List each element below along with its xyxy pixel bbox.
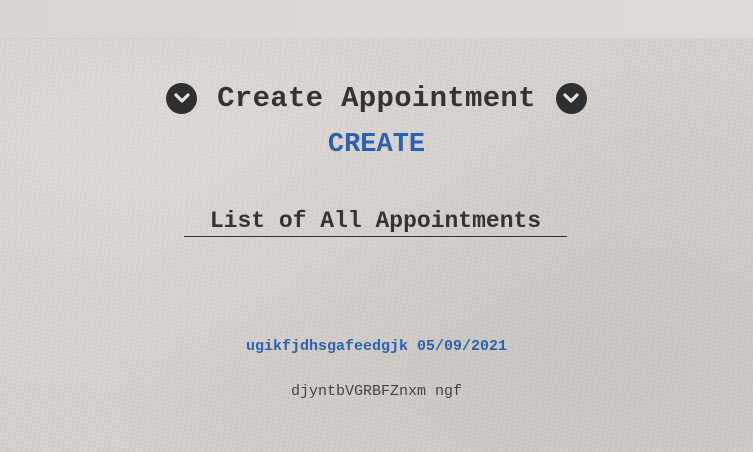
list-heading: List of All Appointments xyxy=(184,208,567,237)
top-bar xyxy=(0,0,753,39)
chevron-down-icon[interactable] xyxy=(166,82,198,114)
page-title: Create Appointment xyxy=(217,81,536,115)
create-link[interactable]: CREATE xyxy=(0,130,753,160)
appointment-description: djyntbVGRBFZnxm ngf xyxy=(290,383,463,400)
header: Create Appointment xyxy=(0,80,753,116)
chevron-down-icon[interactable] xyxy=(555,82,587,114)
appointment-title-link[interactable]: ugikfjdhsgafeedgjk 05/09/2021 xyxy=(0,338,753,355)
